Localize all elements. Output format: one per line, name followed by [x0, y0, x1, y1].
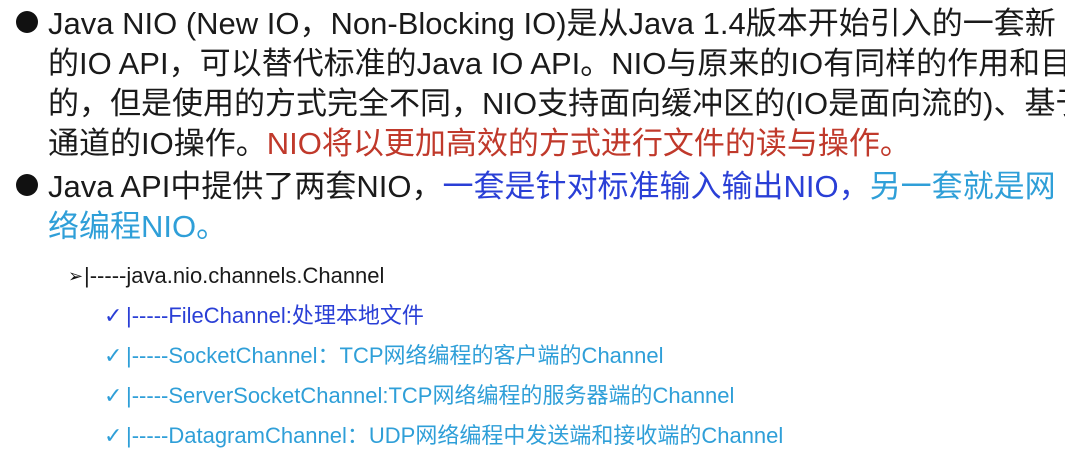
bullet-2-prefix: Java API中提供了两套NIO， — [48, 169, 443, 204]
tree-root: ➢|-----java.nio.channels.Channel — [68, 256, 783, 296]
tree-item-socket-channel: ✓ |-----SocketChannel：TCP网络编程的客户端的Channel — [68, 336, 783, 376]
bullet-dot-icon — [16, 11, 38, 33]
tree-item-label: |-----ServerSocketChannel:TCP网络编程的服务器端的C… — [126, 383, 735, 408]
bullet-dot-icon — [16, 174, 38, 196]
tree-item-label: |-----FileChannel:处理本地文件 — [126, 303, 424, 328]
checkmark-icon: ✓ — [104, 343, 123, 368]
tree-item-datagram-channel: ✓ |-----DatagramChannel：UDP网络编程中发送端和接收端的C… — [68, 416, 783, 456]
bullet-1-line-4: 通道的IO操作。NIO将以更加高效的方式进行文件的读与操作。 — [16, 124, 1046, 164]
tree-item-label: |-----DatagramChannel：UDP网络编程中发送端和接收端的Ch… — [126, 423, 784, 448]
bullet-2-line-2: 络编程NIO。 — [48, 209, 228, 244]
channel-tree: ➢|-----java.nio.channels.Channel ✓ |-----… — [68, 256, 783, 456]
tree-item-file-channel: ✓ |-----FileChannel:处理本地文件 — [68, 296, 783, 336]
tree-item-server-socket-channel: ✓ |-----ServerSocketChannel:TCP网络编程的服务器端的… — [68, 376, 783, 416]
bullet-java-nio-intro: Java NIO (New IO，Non-Blocking IO)是从Java … — [16, 4, 1065, 164]
checkmark-icon: ✓ — [104, 303, 123, 328]
tree-item-label: |-----SocketChannel：TCP网络编程的客户端的Channel — [126, 343, 664, 368]
bullet-java-api-two-nio: Java API中提供了两套NIO，一套是针对标准输入输出NIO，另一套就是网 … — [16, 167, 1056, 247]
arrow-right-icon: ➢ — [68, 266, 84, 286]
checkmark-icon: ✓ — [104, 423, 123, 448]
bullet-2-line-1: Java API中提供了两套NIO，一套是针对标准输入输出NIO，另一套就是网 — [16, 167, 1056, 207]
bullet-1-highlight: NIO将以更加高效的方式进行文件的读与操作。 — [266, 126, 911, 161]
checkmark-icon: ✓ — [104, 383, 123, 408]
bullet-1-line-1: Java NIO (New IO，Non-Blocking IO)是从Java … — [16, 4, 1056, 44]
tree-root-label: |-----java.nio.channels.Channel — [84, 263, 385, 288]
bullet-1-line-4-prefix: 通道的IO操作。 — [48, 126, 267, 161]
slide: Java NIO (New IO，Non-Blocking IO)是从Java … — [0, 0, 1065, 460]
bullet-1-line-2: 的IO API，可以替代标准的Java IO API。NIO与原来的IO有同样的… — [48, 46, 1065, 81]
bullet-1-line-3: 的，但是使用的方式完全不同，NIO支持面向缓冲区的(IO是面向流的)、基于 — [48, 86, 1065, 121]
bullet-2-blue-text: 一套是针对标准输入输出NIO， — [442, 169, 870, 204]
bullet-1-text-1: Java NIO (New IO，Non-Blocking IO)是从Java … — [48, 6, 1056, 41]
bullet-2-cyan-text: 另一套就是网 — [869, 169, 1056, 204]
